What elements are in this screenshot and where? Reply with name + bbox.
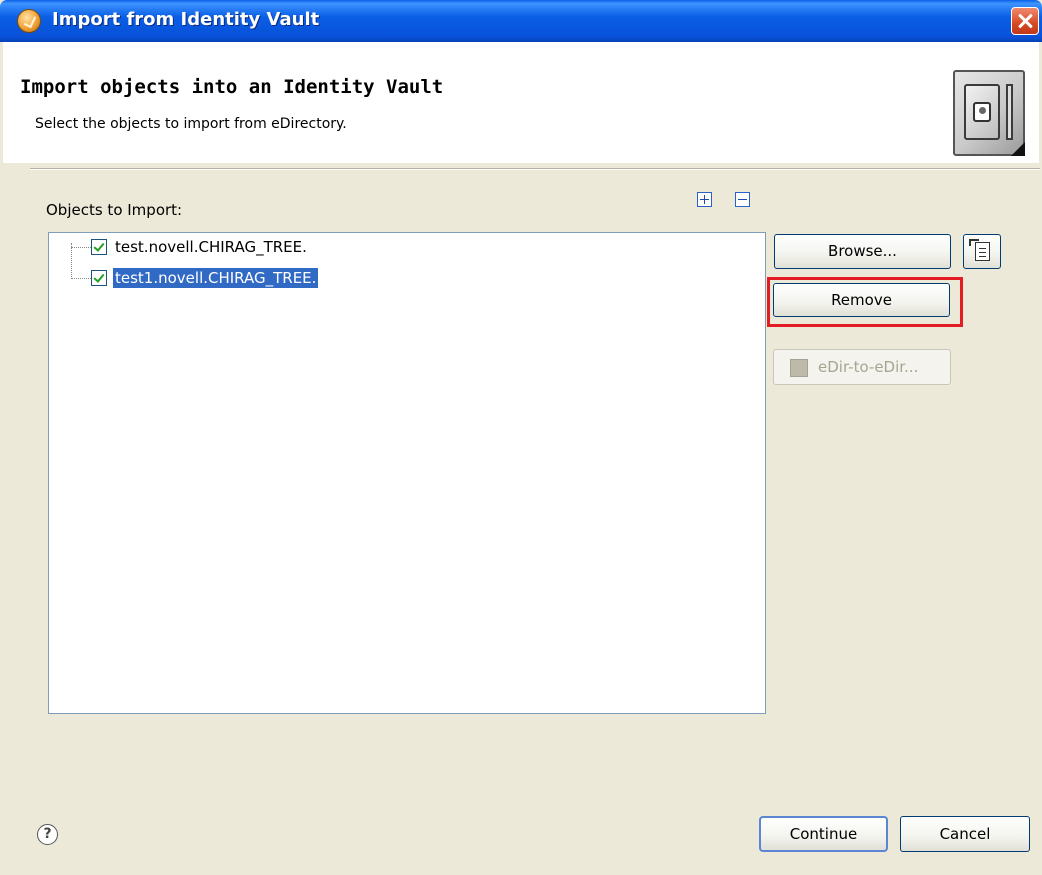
import-file-button[interactable] [963, 234, 1001, 269]
tree-connector [71, 243, 72, 279]
tree-item-label-selected[interactable]: test1.novell.CHIRAG_TREE. [113, 268, 319, 288]
vault-icon [953, 70, 1025, 156]
help-icon[interactable]: ? [37, 824, 58, 845]
tree-item-checkbox[interactable] [91, 239, 107, 255]
tree-item-label[interactable]: test.novell.CHIRAG_TREE. [113, 237, 309, 257]
vault-face-icon [973, 102, 991, 122]
tree-branch [71, 278, 91, 279]
expand-all-icon[interactable] [697, 192, 712, 207]
import-file-icon [969, 239, 990, 261]
page-title: Import objects into an Identity Vault [20, 76, 444, 98]
objects-to-import-label: Objects to Import: [46, 201, 183, 219]
import-dialog: Import from Identity Vault Import object… [0, 0, 1042, 875]
close-icon[interactable] [1011, 7, 1039, 35]
tree-branch [71, 247, 91, 248]
edir-icon [790, 359, 808, 377]
title-bar: Import from Identity Vault [0, 0, 1042, 42]
header-panel: Import objects into an Identity Vault Se… [3, 42, 1039, 163]
header-separator [30, 168, 1040, 170]
continue-button[interactable]: Continue [759, 816, 888, 852]
page-description: Select the objects to import from eDirec… [35, 116, 347, 132]
browse-button[interactable]: Browse... [774, 234, 951, 269]
tree-item-checkbox[interactable] [91, 270, 107, 286]
window-title: Import from Identity Vault [52, 9, 320, 30]
vault-corner [1011, 142, 1025, 156]
collapse-all-icon[interactable] [735, 192, 750, 207]
vault-hinge [1006, 84, 1013, 140]
edir-to-edir-label: eDir-to-eDir... [818, 358, 919, 376]
app-icon [17, 9, 41, 33]
remove-button[interactable]: Remove [773, 283, 950, 317]
objects-tree[interactable]: test.novell.CHIRAG_TREE. test1.novell.CH… [48, 232, 766, 714]
cancel-button[interactable]: Cancel [900, 816, 1030, 852]
vault-door [964, 84, 1000, 140]
edir-to-edir-button[interactable]: eDir-to-eDir... [773, 349, 951, 385]
